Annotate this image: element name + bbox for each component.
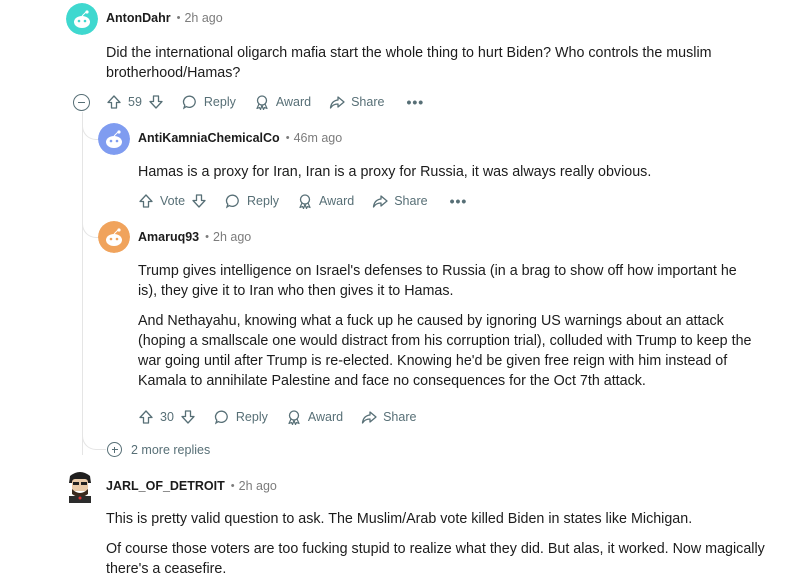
award-button[interactable]: Award xyxy=(254,94,311,110)
separator-dot: • xyxy=(230,480,235,492)
reply-icon xyxy=(182,94,198,110)
comment-actions: 59 Reply Award Share ••• xyxy=(106,91,424,113)
comment-timestamp[interactable]: 2h ago xyxy=(213,230,251,244)
award-label: Award xyxy=(319,194,355,208)
comment-paragraph: And Nethayahu, knowing what a fuck up he… xyxy=(138,313,752,389)
avatar[interactable] xyxy=(98,123,130,155)
comment-body: Trump gives intelligence on Israel's def… xyxy=(138,261,758,401)
award-label: Award xyxy=(307,410,344,424)
award-label: Award xyxy=(275,95,312,109)
vote-group: 30 xyxy=(138,409,196,425)
comment-body: Hamas is a proxy for Iran, Iran is a pro… xyxy=(138,162,778,192)
comment-actions: Vote Reply Award Share ••• xyxy=(138,190,467,212)
reply-icon xyxy=(225,193,241,209)
comment-timestamp[interactable]: 46m ago xyxy=(294,131,343,145)
vote-count: 59 xyxy=(128,95,142,109)
downvote-icon[interactable] xyxy=(148,94,164,110)
reply-icon xyxy=(214,409,230,425)
vote-count: 30 xyxy=(160,410,174,424)
separator-dot: • xyxy=(205,231,209,243)
downvote-icon[interactable] xyxy=(180,409,196,425)
comment-actions: 30 Reply Award Share xyxy=(138,406,434,428)
reply-button[interactable]: Reply xyxy=(182,94,236,110)
downvote-icon[interactable] xyxy=(191,193,207,209)
share-icon xyxy=(361,409,377,425)
comment-paragraph: Did the international oligarch mafia sta… xyxy=(106,45,712,81)
award-icon xyxy=(286,409,302,425)
comment-paragraph: Of course those voters are too fucking s… xyxy=(106,541,765,577)
share-icon xyxy=(372,193,388,209)
comment-paragraph: This is pretty valid question to ask. Th… xyxy=(106,511,693,527)
collapse-thread-button[interactable] xyxy=(73,94,90,111)
more-options-icon[interactable]: ••• xyxy=(450,193,468,209)
snoo-avatar-icon xyxy=(98,123,130,155)
upvote-icon[interactable] xyxy=(138,409,154,425)
share-label: Share xyxy=(351,95,385,109)
award-icon xyxy=(297,193,313,209)
expand-icon[interactable] xyxy=(107,442,122,457)
snoo-avatar-icon xyxy=(66,3,98,35)
comment-author[interactable]: AntonDahr xyxy=(106,11,171,25)
reply-label: Reply xyxy=(203,95,236,109)
comment-author[interactable]: AntiKamniaChemicalCo xyxy=(138,131,280,145)
share-icon xyxy=(329,94,345,110)
separator-dot: • xyxy=(285,132,290,144)
award-button[interactable]: Award xyxy=(286,409,343,425)
comment-body: Did the international oligarch mafia sta… xyxy=(106,43,746,93)
comment-paragraph: Trump gives intelligence on Israel's def… xyxy=(138,263,737,299)
share-label: Share xyxy=(383,410,417,424)
vote-group: Vote xyxy=(138,193,207,209)
award-icon xyxy=(254,94,270,110)
custom-avatar-icon xyxy=(64,467,96,503)
avatar[interactable] xyxy=(64,467,96,503)
comment-timestamp[interactable]: 2h ago xyxy=(184,11,222,25)
share-button[interactable]: Share xyxy=(361,409,416,425)
separator-dot: • xyxy=(176,12,181,24)
comment-author[interactable]: JARL_OF_DETROIT xyxy=(106,479,225,493)
more-replies-link[interactable]: 2 more replies xyxy=(131,443,210,457)
vote-label: Vote xyxy=(160,194,186,208)
more-options-icon[interactable]: ••• xyxy=(406,94,424,110)
comment-paragraph: Hamas is a proxy for Iran, Iran is a pro… xyxy=(138,164,652,180)
upvote-icon[interactable] xyxy=(106,94,122,110)
thread-connector-more xyxy=(82,238,106,450)
snoo-avatar-icon xyxy=(98,221,130,253)
comment-author[interactable]: Amaruq93 xyxy=(138,230,199,244)
reply-label: Reply xyxy=(235,410,268,424)
reply-button[interactable]: Reply xyxy=(225,193,279,209)
award-button[interactable]: Award xyxy=(297,193,354,209)
vote-group: 59 xyxy=(106,94,164,110)
avatar[interactable] xyxy=(66,3,98,35)
avatar[interactable] xyxy=(98,221,130,253)
share-button[interactable]: Share xyxy=(372,193,428,209)
share-button[interactable]: Share xyxy=(329,94,384,110)
comment-timestamp[interactable]: 2h ago xyxy=(239,479,277,493)
share-label: Share xyxy=(394,194,428,208)
upvote-icon[interactable] xyxy=(138,193,154,209)
thread-connector-reply-2 xyxy=(82,140,100,238)
reply-button[interactable]: Reply xyxy=(214,409,268,425)
reply-label: Reply xyxy=(247,194,279,208)
comment-body: This is pretty valid question to ask. Th… xyxy=(106,509,766,587)
